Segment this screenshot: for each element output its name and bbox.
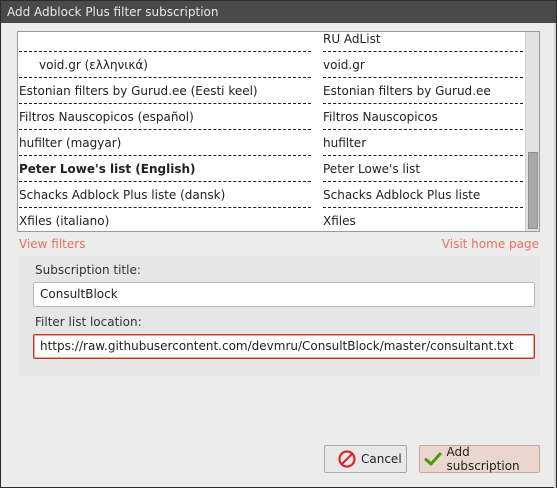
list-item-name: Peter Lowe's list (English) bbox=[19, 156, 311, 182]
add-subscription-label: Add subscription bbox=[446, 445, 520, 473]
list-item-title: void.gr bbox=[323, 52, 523, 78]
list-item-title: hufilter bbox=[323, 130, 523, 156]
subscription-rows: RU AdList void.gr (ελληνικά) void.gr Estoni… bbox=[18, 32, 526, 231]
list-item-title: Peter Lowe's list bbox=[323, 156, 523, 182]
scrollbar-thumb[interactable] bbox=[528, 152, 538, 229]
list-item-title: Filtros Nauscopicos bbox=[323, 104, 523, 130]
view-filters-link[interactable]: View filters bbox=[19, 237, 85, 251]
filter-location-input[interactable]: https://raw.githubusercontent.com/devmru… bbox=[33, 334, 535, 359]
list-item-name: Filtros Nauscopicos (español) bbox=[19, 104, 311, 130]
subscription-title-label: Subscription title: bbox=[35, 263, 141, 277]
filter-location-label: Filter list location: bbox=[35, 315, 142, 329]
list-item[interactable]: Peter Lowe's list (English) Peter Lowe's … bbox=[18, 156, 526, 182]
list-item-name: Xfiles (italiano) bbox=[19, 208, 311, 231]
list-item-name: Schacks Adblock Plus liste (dansk) bbox=[19, 182, 311, 208]
list-item-name: void.gr (ελληνικά) bbox=[19, 52, 311, 78]
subscription-list[interactable]: RU AdList void.gr (ελληνικά) void.gr Estoni… bbox=[17, 31, 540, 232]
list-item[interactable]: Schacks Adblock Plus liste (dansk) Schack… bbox=[18, 182, 526, 208]
cancel-button[interactable]: Cancel bbox=[324, 445, 407, 473]
list-item[interactable]: Estonian filters by Gurud.ee (Eesti keel… bbox=[18, 78, 526, 104]
window-edge bbox=[554, 23, 556, 488]
list-item[interactable]: void.gr (ελληνικά) void.gr bbox=[18, 52, 526, 78]
list-item-name: hufilter (magyar) bbox=[19, 130, 311, 156]
list-item-title: Xfiles bbox=[323, 208, 523, 231]
dialog-window: Add Adblock Plus filter subscription RU … bbox=[0, 0, 557, 488]
subscription-title-input[interactable]: ConsultBlock bbox=[33, 282, 535, 307]
list-item[interactable]: Filtros Nauscopicos (español) Filtros Nau… bbox=[18, 104, 526, 130]
list-item-title: Estonian filters by Gurud.ee bbox=[323, 78, 523, 104]
list-item-name bbox=[19, 32, 311, 52]
visit-home-page-link[interactable]: Visit home page bbox=[442, 237, 539, 251]
list-item[interactable]: hufilter (magyar) hufilter bbox=[18, 130, 526, 156]
list-item[interactable]: Xfiles (italiano) Xfiles bbox=[18, 208, 526, 231]
window-title: Add Adblock Plus filter subscription bbox=[1, 1, 556, 23]
list-item-name: Estonian filters by Gurud.ee (Eesti keel… bbox=[19, 78, 311, 104]
checkmark-icon bbox=[424, 449, 442, 469]
cancel-button-label: Cancel bbox=[361, 452, 402, 466]
list-scrollbar[interactable] bbox=[525, 32, 539, 231]
add-subscription-button[interactable]: Add subscription bbox=[419, 445, 540, 473]
no-entry-icon bbox=[337, 449, 357, 469]
list-item[interactable]: RU AdList bbox=[18, 32, 526, 52]
list-item-title: Schacks Adblock Plus liste bbox=[323, 182, 523, 208]
list-item-title: RU AdList bbox=[323, 32, 523, 52]
